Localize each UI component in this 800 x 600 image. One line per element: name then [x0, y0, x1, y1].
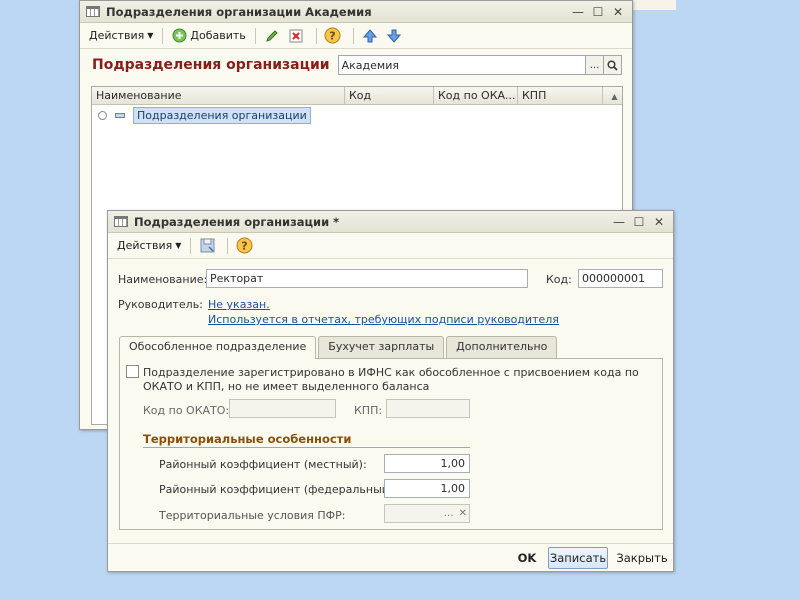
ok-button[interactable]: OK — [513, 547, 541, 569]
save-button[interactable]: Записать — [548, 547, 608, 569]
tab-additional[interactable]: Дополнительно — [446, 336, 558, 358]
pfr-field[interactable]: … ✕ — [384, 504, 470, 523]
toolbar-separator — [190, 237, 192, 254]
head-note-link[interactable]: Используется в отчетах, требующих подпис… — [208, 313, 559, 326]
close-icon[interactable]: ✕ — [649, 214, 669, 230]
toolbar-separator — [162, 27, 164, 44]
toolbar-separator — [352, 27, 354, 44]
background-panel — [633, 0, 676, 10]
separate-division-checkbox[interactable] — [126, 365, 139, 378]
kpp-field[interactable] — [386, 399, 470, 418]
add-icon — [172, 28, 187, 43]
separate-division-label: Подразделение зарегистрировано в ИФНС ка… — [143, 366, 639, 379]
toolbar-separator — [227, 237, 229, 254]
chevron-down-icon: ▼ — [175, 241, 182, 250]
kpp-label: КПП: — [354, 404, 383, 417]
name-label: Наименование: — [118, 273, 208, 286]
page-title: Подразделения организации — [92, 57, 330, 73]
row-name-cell[interactable]: Подразделения организации — [133, 106, 311, 124]
help-icon[interactable]: ? — [323, 26, 343, 46]
window-doc-icon — [114, 216, 128, 227]
add-button-label: Добавить — [190, 29, 246, 42]
select-button[interactable]: ... — [586, 55, 604, 75]
help-icon[interactable]: ? — [234, 236, 254, 256]
okato-label: Код по ОКАТО: — [143, 404, 230, 417]
toolbar-separator — [315, 27, 317, 44]
group-icon — [115, 112, 125, 118]
toolbar-separator — [254, 27, 256, 44]
list-toolbar: Действия ▼ Добавить ? — [80, 23, 632, 49]
territorial-section-title: Территориальные особенности — [143, 432, 352, 446]
name-field[interactable]: Ректорат — [206, 269, 528, 288]
add-button[interactable]: Добавить — [169, 26, 248, 45]
tab-bar: Обособленное подразделение Бухучет зарпл… — [119, 336, 559, 359]
federal-coef-label: Районный коэффициент (федеральный): — [159, 483, 397, 496]
row-marker-icon — [98, 110, 107, 120]
arrow-up-icon[interactable] — [360, 26, 380, 46]
scroll-up-icon[interactable]: ▲ — [607, 87, 622, 105]
maximize-icon[interactable]: ☐ — [629, 214, 649, 230]
head-link[interactable]: Не указан. — [208, 298, 270, 311]
svg-text:?: ? — [330, 30, 336, 43]
maximize-icon[interactable]: ☐ — [588, 4, 608, 20]
code-label: Код: — [546, 273, 572, 286]
search-icon[interactable] — [604, 55, 622, 75]
form-footer: OK Записать Закрыть — [108, 543, 673, 571]
separate-division-label-2: ОКАТО и КПП, но не имеет выделенного бал… — [143, 380, 430, 393]
window-doc-icon — [86, 6, 100, 17]
edit-icon[interactable] — [262, 26, 282, 46]
actions-menu-label: Действия — [89, 29, 145, 42]
save-and-close-icon[interactable] — [197, 236, 217, 256]
pfr-label: Территориальные условия ПФР: — [159, 509, 346, 522]
head-label: Руководитель: — [118, 298, 203, 311]
close-icon[interactable]: ✕ — [608, 4, 628, 20]
tab-separate-division[interactable]: Обособленное подразделение — [119, 336, 317, 359]
select-button[interactable]: … — [444, 508, 454, 519]
table-header: Наименование Код Код по ОКА... КПП — [92, 87, 622, 105]
section-divider — [143, 447, 470, 448]
tab-payroll-accounting[interactable]: Бухучет зарплаты — [318, 336, 445, 358]
form-toolbar: Действия ▼ ? — [108, 233, 673, 259]
actions-menu[interactable]: Действия ▼ — [114, 237, 184, 254]
column-header[interactable]: Код — [345, 87, 434, 104]
svg-text:?: ? — [241, 240, 247, 253]
column-header[interactable]: КПП — [518, 87, 603, 104]
minimize-icon[interactable]: — — [609, 214, 629, 230]
close-button[interactable]: Закрыть — [615, 547, 669, 569]
local-coef-label: Районный коэффициент (местный): — [159, 458, 367, 471]
column-header[interactable]: Код по ОКА... — [434, 87, 518, 104]
federal-coef-field[interactable]: 1,00 — [384, 479, 470, 498]
column-header[interactable]: Наименование — [92, 87, 345, 104]
code-field[interactable]: 000000001 — [578, 269, 663, 288]
local-coef-field[interactable]: 1,00 — [384, 454, 470, 473]
list-heading-row: Подразделения организации Академия ... — [80, 49, 632, 77]
form-window-title: Подразделения организации * — [134, 214, 340, 229]
organization-field[interactable]: Академия — [337, 55, 586, 75]
chevron-down-icon: ▼ — [147, 31, 154, 40]
form-window-titlebar[interactable]: Подразделения организации * — ☐ ✕ — [108, 211, 673, 233]
actions-menu-label: Действия — [117, 239, 173, 252]
clear-icon[interactable]: ✕ — [459, 508, 467, 519]
list-window-title: Подразделения организации Академия — [106, 4, 372, 19]
okato-field[interactable] — [229, 399, 336, 418]
minimize-icon[interactable]: — — [568, 4, 588, 20]
arrow-down-icon[interactable] — [384, 26, 404, 46]
delete-icon[interactable] — [286, 26, 306, 46]
table-row[interactable]: Подразделения организации — [92, 105, 622, 125]
list-window-titlebar[interactable]: Подразделения организации Академия — ☐ ✕ — [80, 1, 632, 23]
actions-menu[interactable]: Действия ▼ — [86, 27, 156, 44]
